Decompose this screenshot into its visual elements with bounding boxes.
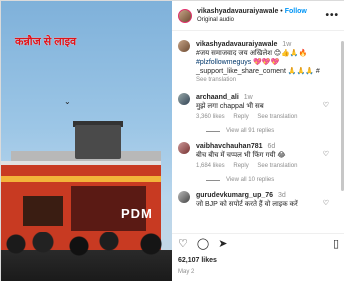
comment-row: archaand_ali 1w मुझे लगा chappal भी सब 3…	[178, 93, 339, 122]
see-translation-link[interactable]: See translation	[257, 114, 297, 120]
post-side-panel: vikashyadavauraiyawale • Follow Original…	[172, 1, 344, 281]
video-bus-stripe	[1, 176, 161, 182]
caption-row: vikashyadavauraiyawale 1w #जय समाजवाद जय…	[178, 40, 339, 85]
avatar[interactable]	[178, 8, 192, 23]
comment-text: मुझे लगा chappal भी सब	[196, 103, 264, 110]
comment-body: vaibhavchauhan781 6d बीच बीच में चप्पल भ…	[196, 142, 339, 171]
post-header: vikashyadavauraiyawale • Follow Original…	[172, 1, 344, 31]
comment-body: archaand_ali 1w मुझे लगा chappal भी सब 3…	[196, 93, 339, 122]
comment-row: vaibhavchauhan781 6d बीच बीच में चप्पल भ…	[178, 142, 339, 171]
reply-button[interactable]: Reply	[233, 163, 248, 169]
original-audio-link[interactable]: Original audio	[197, 16, 307, 25]
view-replies-line	[206, 130, 220, 132]
comment-likes[interactable]: 3,360 likes	[196, 114, 225, 120]
comment-like-icon[interactable]: ♡	[323, 199, 329, 207]
avatar[interactable]	[178, 142, 190, 154]
post-header-text: vikashyadavauraiyawale • Follow Original…	[197, 7, 307, 25]
comment-likes[interactable]: 1,684 likes	[196, 163, 225, 169]
follow-button[interactable]: Follow	[285, 8, 307, 15]
comment-username[interactable]: archaand_ali	[196, 94, 239, 101]
video-crowd	[1, 232, 172, 281]
avatar[interactable]	[178, 40, 190, 52]
comment-meta: 1,684 likes Reply See translation	[196, 162, 339, 171]
comment-like-icon[interactable]: ♡	[323, 101, 329, 109]
share-icon[interactable]: ➤	[218, 237, 227, 250]
likes-count[interactable]: 62,107 likes	[178, 257, 217, 264]
comment-time[interactable]: 6d	[267, 143, 275, 150]
view-replies-button[interactable]: View all 91 replies	[206, 128, 339, 134]
caption-body: vikashyadavauraiyawale 1w #जय समाजवाद जय…	[196, 40, 339, 85]
bird-icon: ⌄	[64, 97, 71, 106]
video-bus-badge: PDM	[121, 206, 153, 221]
post-date[interactable]: May 2	[178, 269, 194, 275]
avatar[interactable]	[178, 191, 190, 203]
video-bus-window	[23, 196, 63, 226]
caption-username[interactable]: vikashyadavauraiyawale	[196, 41, 277, 48]
post-actions-bar: ♡ ◯ ➤ ▯	[172, 233, 344, 253]
comment-text: बीच बीच में चप्पल भी फिंग गयी 😂	[196, 152, 286, 159]
comment-time[interactable]: 3d	[278, 192, 286, 199]
comment-body: gurudevkumarg_up_76 3d जो BJP को सपोर्ट …	[196, 191, 339, 209]
video-camera-booth	[75, 125, 121, 159]
post-video[interactable]: PDM ⌄ कन्नौज से लाइव	[1, 1, 172, 281]
caption-time[interactable]: 1w	[282, 41, 291, 48]
view-replies-label: View all 10 replies	[226, 177, 275, 183]
reply-button[interactable]: Reply	[233, 114, 248, 120]
comment-icon[interactable]: ◯	[197, 237, 209, 250]
view-replies-label: View all 91 replies	[226, 128, 275, 134]
comment-time[interactable]: 1w	[244, 94, 253, 101]
comment-row: gurudevkumarg_up_76 3d जो BJP को सपोर्ट …	[178, 191, 339, 209]
post-window: PDM ⌄ कन्नौज से लाइव vikashyadavauraiyaw…	[0, 0, 344, 281]
comment-username[interactable]: vaibhavchauhan781	[196, 143, 263, 150]
more-options-icon[interactable]: •••	[325, 10, 339, 21]
heart-icon[interactable]: ♡	[178, 237, 188, 250]
bookmark-icon[interactable]: ▯	[333, 237, 339, 250]
separator-dot: •	[280, 7, 283, 15]
comment-like-icon[interactable]: ♡	[323, 150, 329, 158]
comment-username[interactable]: gurudevkumarg_up_76	[196, 192, 273, 199]
view-replies-button[interactable]: View all 10 replies	[206, 177, 339, 183]
caption-line-3: _support_like_share_coment 🙏🙏🙏 #	[196, 68, 320, 75]
see-translation-link[interactable]: See translation	[257, 163, 297, 169]
avatar[interactable]	[178, 93, 190, 105]
caption-line-2[interactable]: #plzfollowmeguys 💖💖💖	[196, 58, 339, 67]
comment-text: जो BJP को सपोर्ट करते हैं वो लाइक करें	[196, 201, 298, 208]
comment-meta: 3,360 likes Reply See translation	[196, 113, 339, 122]
view-replies-line	[206, 179, 220, 181]
see-translation-link[interactable]: See translation	[196, 76, 339, 85]
author-username[interactable]: vikashyadavauraiyawale	[197, 8, 278, 15]
caption-line-1: #जय समाजवाद जय अखिलेश 😊👍🙏🔥	[196, 50, 308, 57]
comments-scroll-area[interactable]: vikashyadavauraiyawale 1w #जय समाजवाद जय…	[172, 32, 344, 232]
video-overlay-text: कन्नौज से लाइव	[15, 36, 77, 48]
